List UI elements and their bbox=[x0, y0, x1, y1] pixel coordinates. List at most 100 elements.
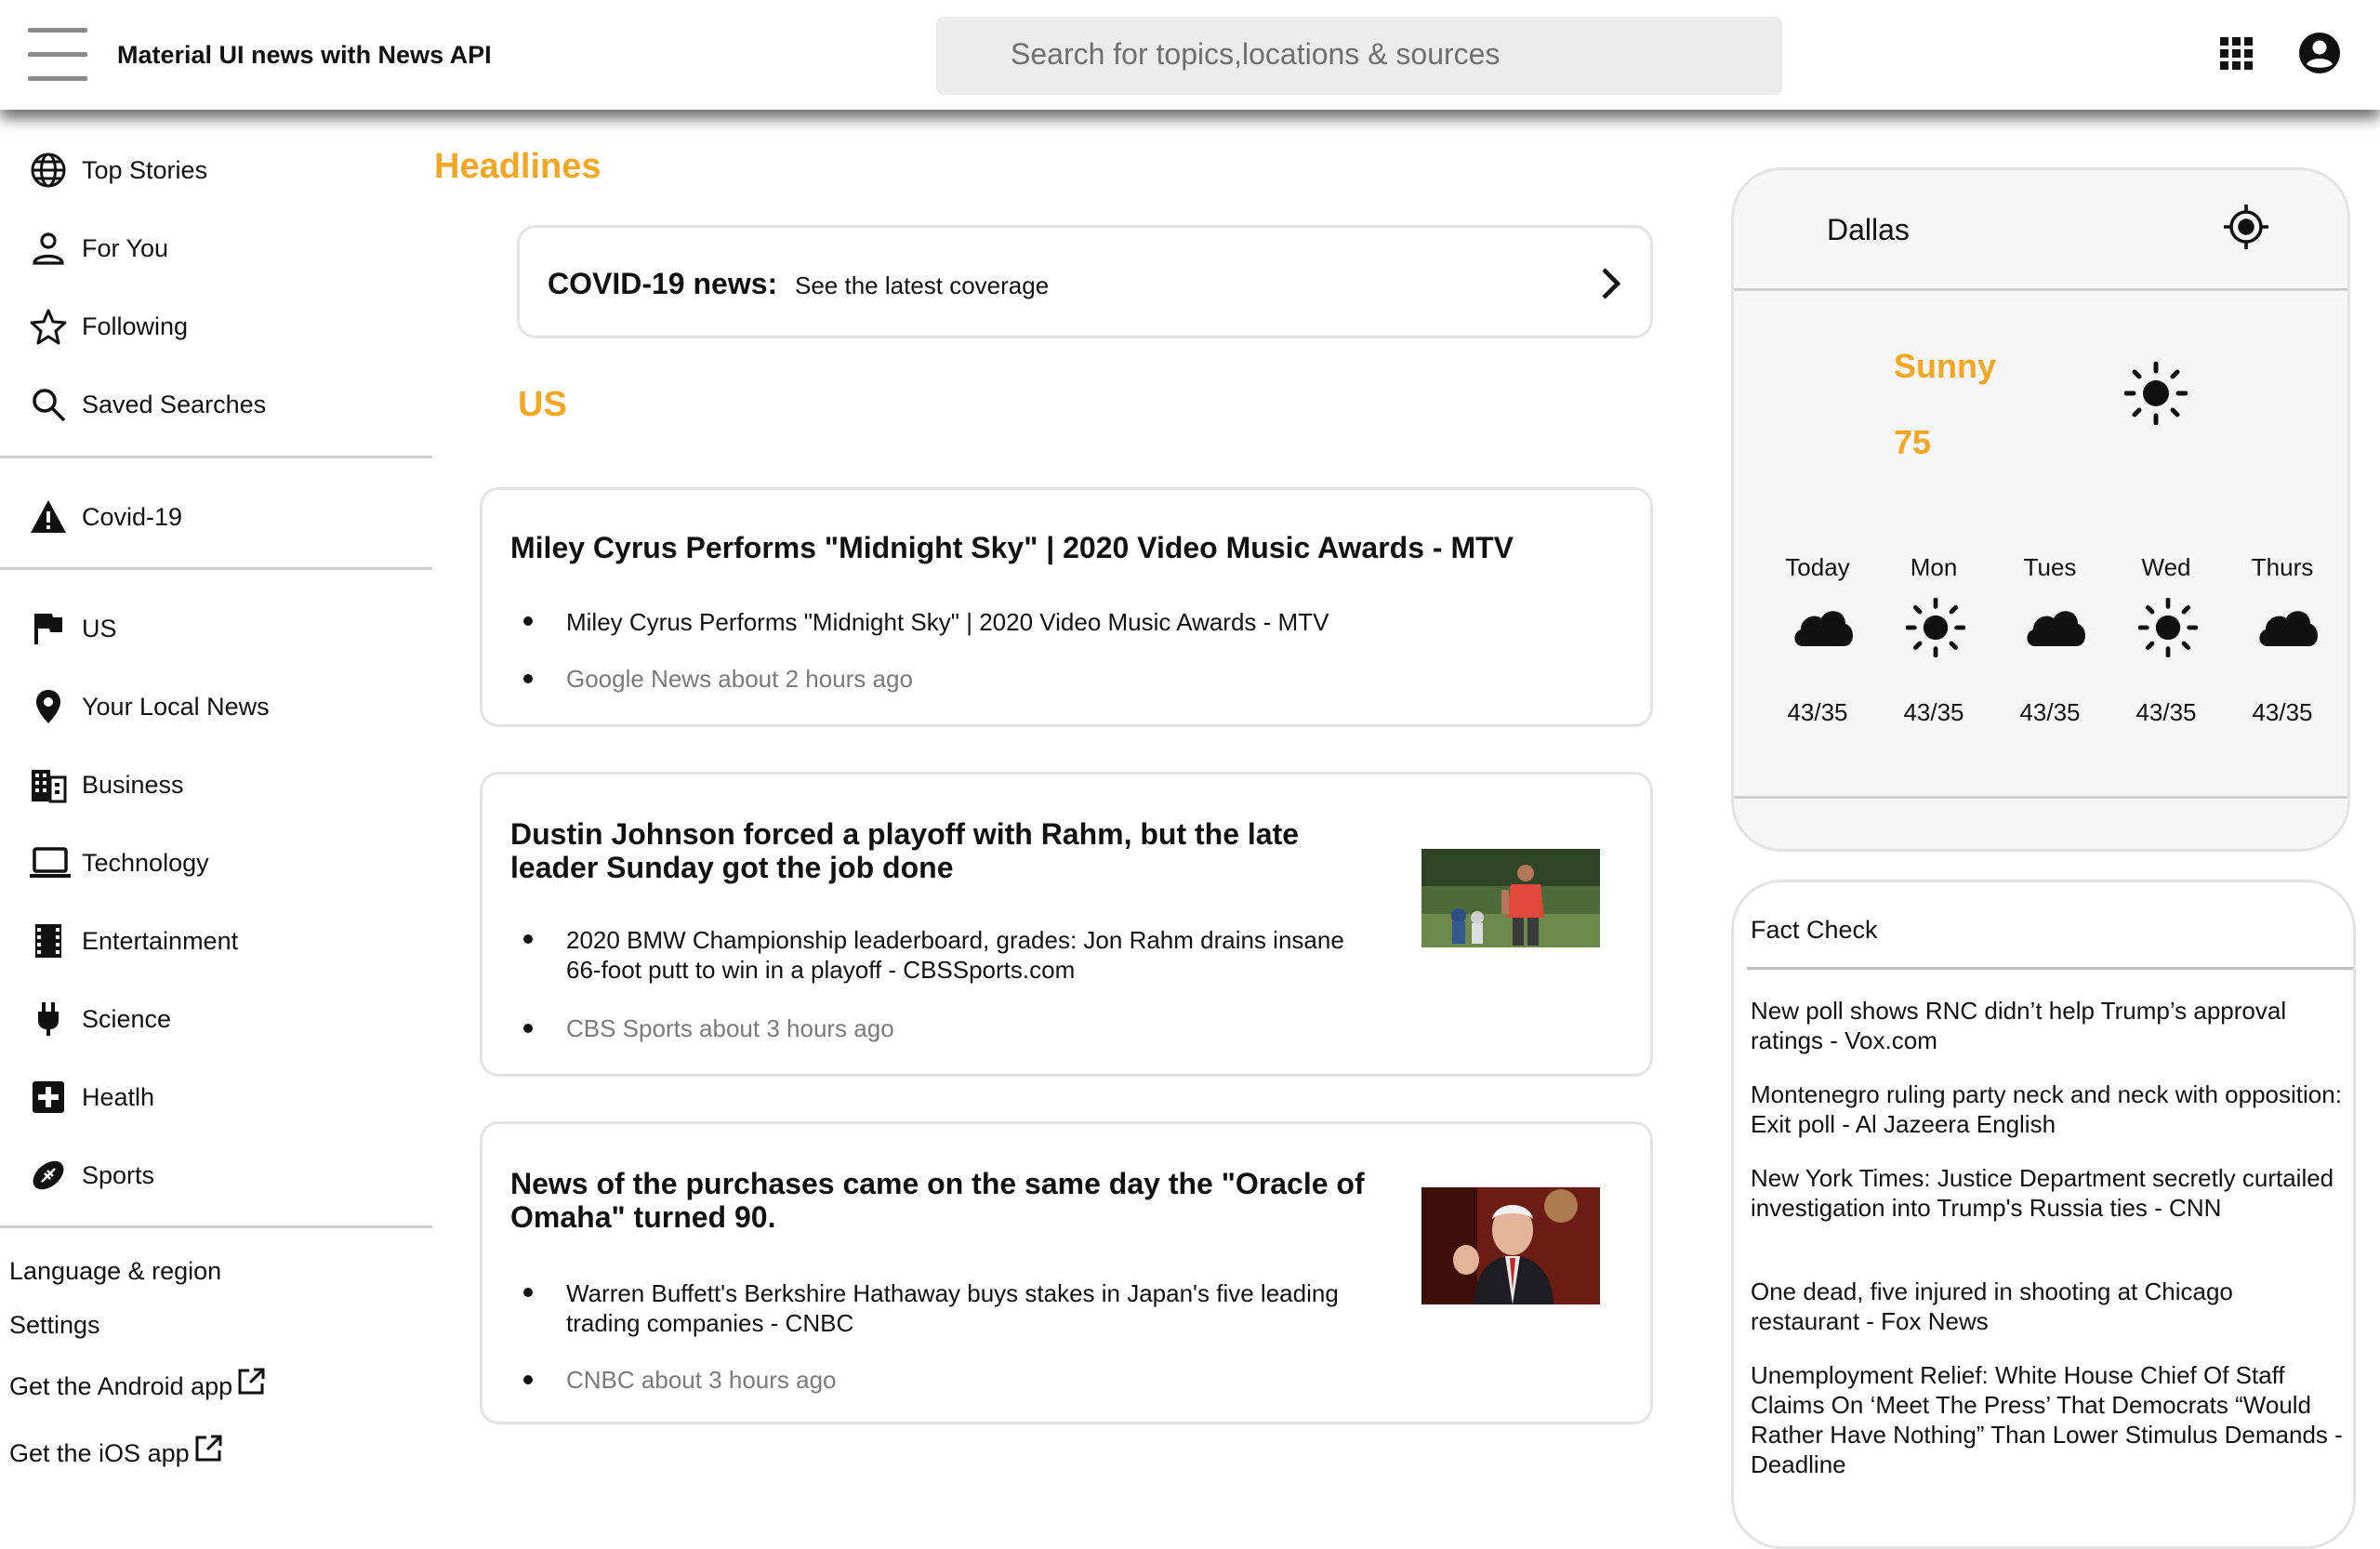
cloud-icon bbox=[2254, 598, 2321, 650]
sidebar-item-following[interactable]: Following bbox=[0, 294, 432, 355]
menu-button[interactable] bbox=[24, 24, 91, 86]
sidebar-item-top-stories[interactable]: Top Stories bbox=[0, 138, 432, 199]
app-title: Material UI news with News API bbox=[117, 41, 492, 69]
news-title[interactable]: Dustin Johnson forced a playoff with Rah… bbox=[510, 817, 1375, 884]
sun-icon bbox=[2124, 362, 2188, 425]
android-app-link[interactable]: Get the Android app bbox=[9, 1367, 266, 1401]
sidebar-item-label: Entertainment bbox=[82, 927, 239, 955]
person-icon bbox=[30, 230, 67, 267]
forecast-day-label: Today bbox=[1785, 553, 1850, 581]
forecast-temps: 43/35 bbox=[2019, 698, 2081, 726]
fact-check-item[interactable]: New poll shows RNC didn’t help Trump’s a… bbox=[1751, 996, 2346, 1055]
weather-divider bbox=[1734, 288, 2347, 291]
sidebar-divider bbox=[0, 567, 432, 570]
forecast-temps: 43/35 bbox=[2252, 698, 2313, 726]
sidebar-item-covid-19[interactable]: Covid-19 bbox=[0, 484, 432, 546]
news-title[interactable]: Miley Cyrus Performs "Midnight Sky" | 20… bbox=[510, 531, 1607, 564]
my-location-icon[interactable] bbox=[2223, 204, 2269, 250]
sidebar-item-label: Science bbox=[82, 1005, 172, 1033]
fact-check-item[interactable]: Montenegro ruling party neck and neck wi… bbox=[1751, 1079, 2346, 1139]
account-circle-icon[interactable] bbox=[2298, 32, 2341, 74]
fact-check-item[interactable]: New York Times: Justice Department secre… bbox=[1751, 1163, 2346, 1223]
news-thumbnail-golf[interactable] bbox=[1421, 849, 1600, 947]
fact-check-item[interactable]: Unemployment Relief: White House Chief O… bbox=[1751, 1360, 2353, 1479]
cloud-icon bbox=[1790, 598, 1857, 650]
sidebar-item-label: US bbox=[82, 615, 117, 642]
forecast-temps: 43/35 bbox=[2135, 698, 2197, 726]
sidebar-item-label: Business bbox=[82, 771, 184, 799]
sidebar-item-saved-searches[interactable]: Saved Searches bbox=[0, 372, 432, 433]
sidebar-item-us[interactable]: US bbox=[0, 596, 432, 657]
apps-grid-icon[interactable] bbox=[2220, 37, 2254, 71]
news-source-time: CBS Sports about 3 hours ago bbox=[566, 1014, 894, 1042]
sidebar-item-science[interactable]: Science bbox=[0, 986, 432, 1048]
building-icon bbox=[30, 766, 67, 803]
ios-app-link[interactable]: Get the iOS app bbox=[9, 1434, 223, 1468]
sun-icon bbox=[1906, 598, 1965, 657]
warning-icon bbox=[30, 498, 67, 536]
weather-divider bbox=[1734, 796, 2347, 799]
fact-check-title: Fact Check bbox=[1751, 916, 1878, 944]
covid-news-card[interactable]: COVID-19 news: See the latest coverage bbox=[517, 225, 1653, 338]
app-bar: Material UI news with News API Search fo… bbox=[0, 0, 2380, 110]
sidebar-item-label: Saved Searches bbox=[82, 391, 267, 418]
ios-app-label: Get the iOS app bbox=[9, 1439, 190, 1467]
news-related-headline[interactable]: Warren Buffett's Berkshire Hathaway buys… bbox=[566, 1278, 1347, 1338]
sidebar-item-label: Your Local News bbox=[82, 693, 270, 721]
weather-temperature: 75 bbox=[1894, 423, 1932, 461]
forecast-day-label: Mon bbox=[1910, 553, 1958, 581]
fact-check-divider bbox=[1747, 967, 2353, 970]
sidebar-item-technology[interactable]: Technology bbox=[0, 830, 432, 892]
location-pin-icon bbox=[30, 688, 67, 725]
sidebar-item-label: Top Stories bbox=[82, 156, 208, 184]
covid-card-title: COVID-19 news: bbox=[548, 267, 778, 300]
news-thumbnail-buffett[interactable] bbox=[1421, 1187, 1600, 1304]
sidebar-item-label: Heatlh bbox=[82, 1083, 155, 1111]
android-app-label: Get the Android app bbox=[9, 1372, 233, 1400]
sidebar-divider bbox=[0, 1225, 432, 1228]
bullet bbox=[523, 1375, 533, 1384]
bullet bbox=[523, 934, 533, 944]
forecast-day-label: Thurs bbox=[2251, 553, 2314, 581]
covid-card-subtitle: See the latest coverage bbox=[795, 271, 1050, 299]
fact-check-item[interactable]: One dead, five injured in shooting at Ch… bbox=[1751, 1277, 2346, 1336]
sidebar-item-label: Following bbox=[82, 312, 189, 340]
menu-icon-bar bbox=[28, 52, 87, 57]
laptop-icon bbox=[30, 844, 71, 881]
search-input[interactable]: Search for topics,locations & sources bbox=[936, 17, 1782, 95]
sidebar-item-business[interactable]: Business bbox=[0, 752, 432, 814]
sidebar-item-local-news[interactable]: Your Local News bbox=[0, 674, 432, 735]
search-placeholder: Search for topics,locations & sources bbox=[1011, 37, 1501, 71]
plug-icon bbox=[30, 1000, 67, 1038]
sun-icon bbox=[2138, 598, 2198, 657]
news-related-headline[interactable]: 2020 BMW Championship leaderboard, grade… bbox=[566, 925, 1347, 985]
weather-card: Dallas Sunny 75 Today 43/35 Mon 43/35 Tu… bbox=[1731, 167, 2350, 852]
chevron-right-icon bbox=[1600, 267, 1622, 300]
menu-icon-bar bbox=[28, 28, 87, 33]
settings-link[interactable]: Settings bbox=[9, 1311, 100, 1340]
bullet bbox=[523, 1288, 533, 1297]
forecast-day-label: Wed bbox=[2141, 553, 2191, 581]
language-region-link[interactable]: Language & region bbox=[9, 1257, 221, 1286]
sidebar-item-for-you[interactable]: For You bbox=[0, 216, 432, 277]
open-in-new-icon bbox=[193, 1434, 223, 1463]
weather-city: Dallas bbox=[1827, 213, 1910, 246]
sidebar-item-health[interactable]: Heatlh bbox=[0, 1065, 432, 1126]
sidebar-item-label: Covid-19 bbox=[82, 503, 183, 531]
forecast-day-label: Tues bbox=[2023, 553, 2077, 581]
news-related-headline[interactable]: Miley Cyrus Performs "Midnight Sky" | 20… bbox=[566, 607, 1589, 637]
forecast-temps: 43/35 bbox=[1787, 698, 1848, 726]
medical-cross-icon bbox=[30, 1079, 67, 1116]
bullet bbox=[523, 674, 533, 683]
cloud-icon bbox=[2022, 598, 2089, 650]
news-source-time: CNBC about 3 hours ago bbox=[566, 1366, 837, 1394]
flag-icon bbox=[30, 610, 67, 647]
headlines-heading: Headlines bbox=[434, 147, 602, 186]
sidebar-item-entertainment[interactable]: Entertainment bbox=[0, 908, 432, 970]
sidebar-item-label: Technology bbox=[82, 849, 209, 877]
sidebar-item-sports[interactable]: Sports bbox=[0, 1143, 432, 1204]
news-title[interactable]: News of the purchases came on the same d… bbox=[510, 1167, 1375, 1234]
bullet bbox=[523, 616, 533, 626]
film-icon bbox=[30, 922, 67, 960]
news-card: Miley Cyrus Performs "Midnight Sky" | 20… bbox=[480, 487, 1653, 727]
